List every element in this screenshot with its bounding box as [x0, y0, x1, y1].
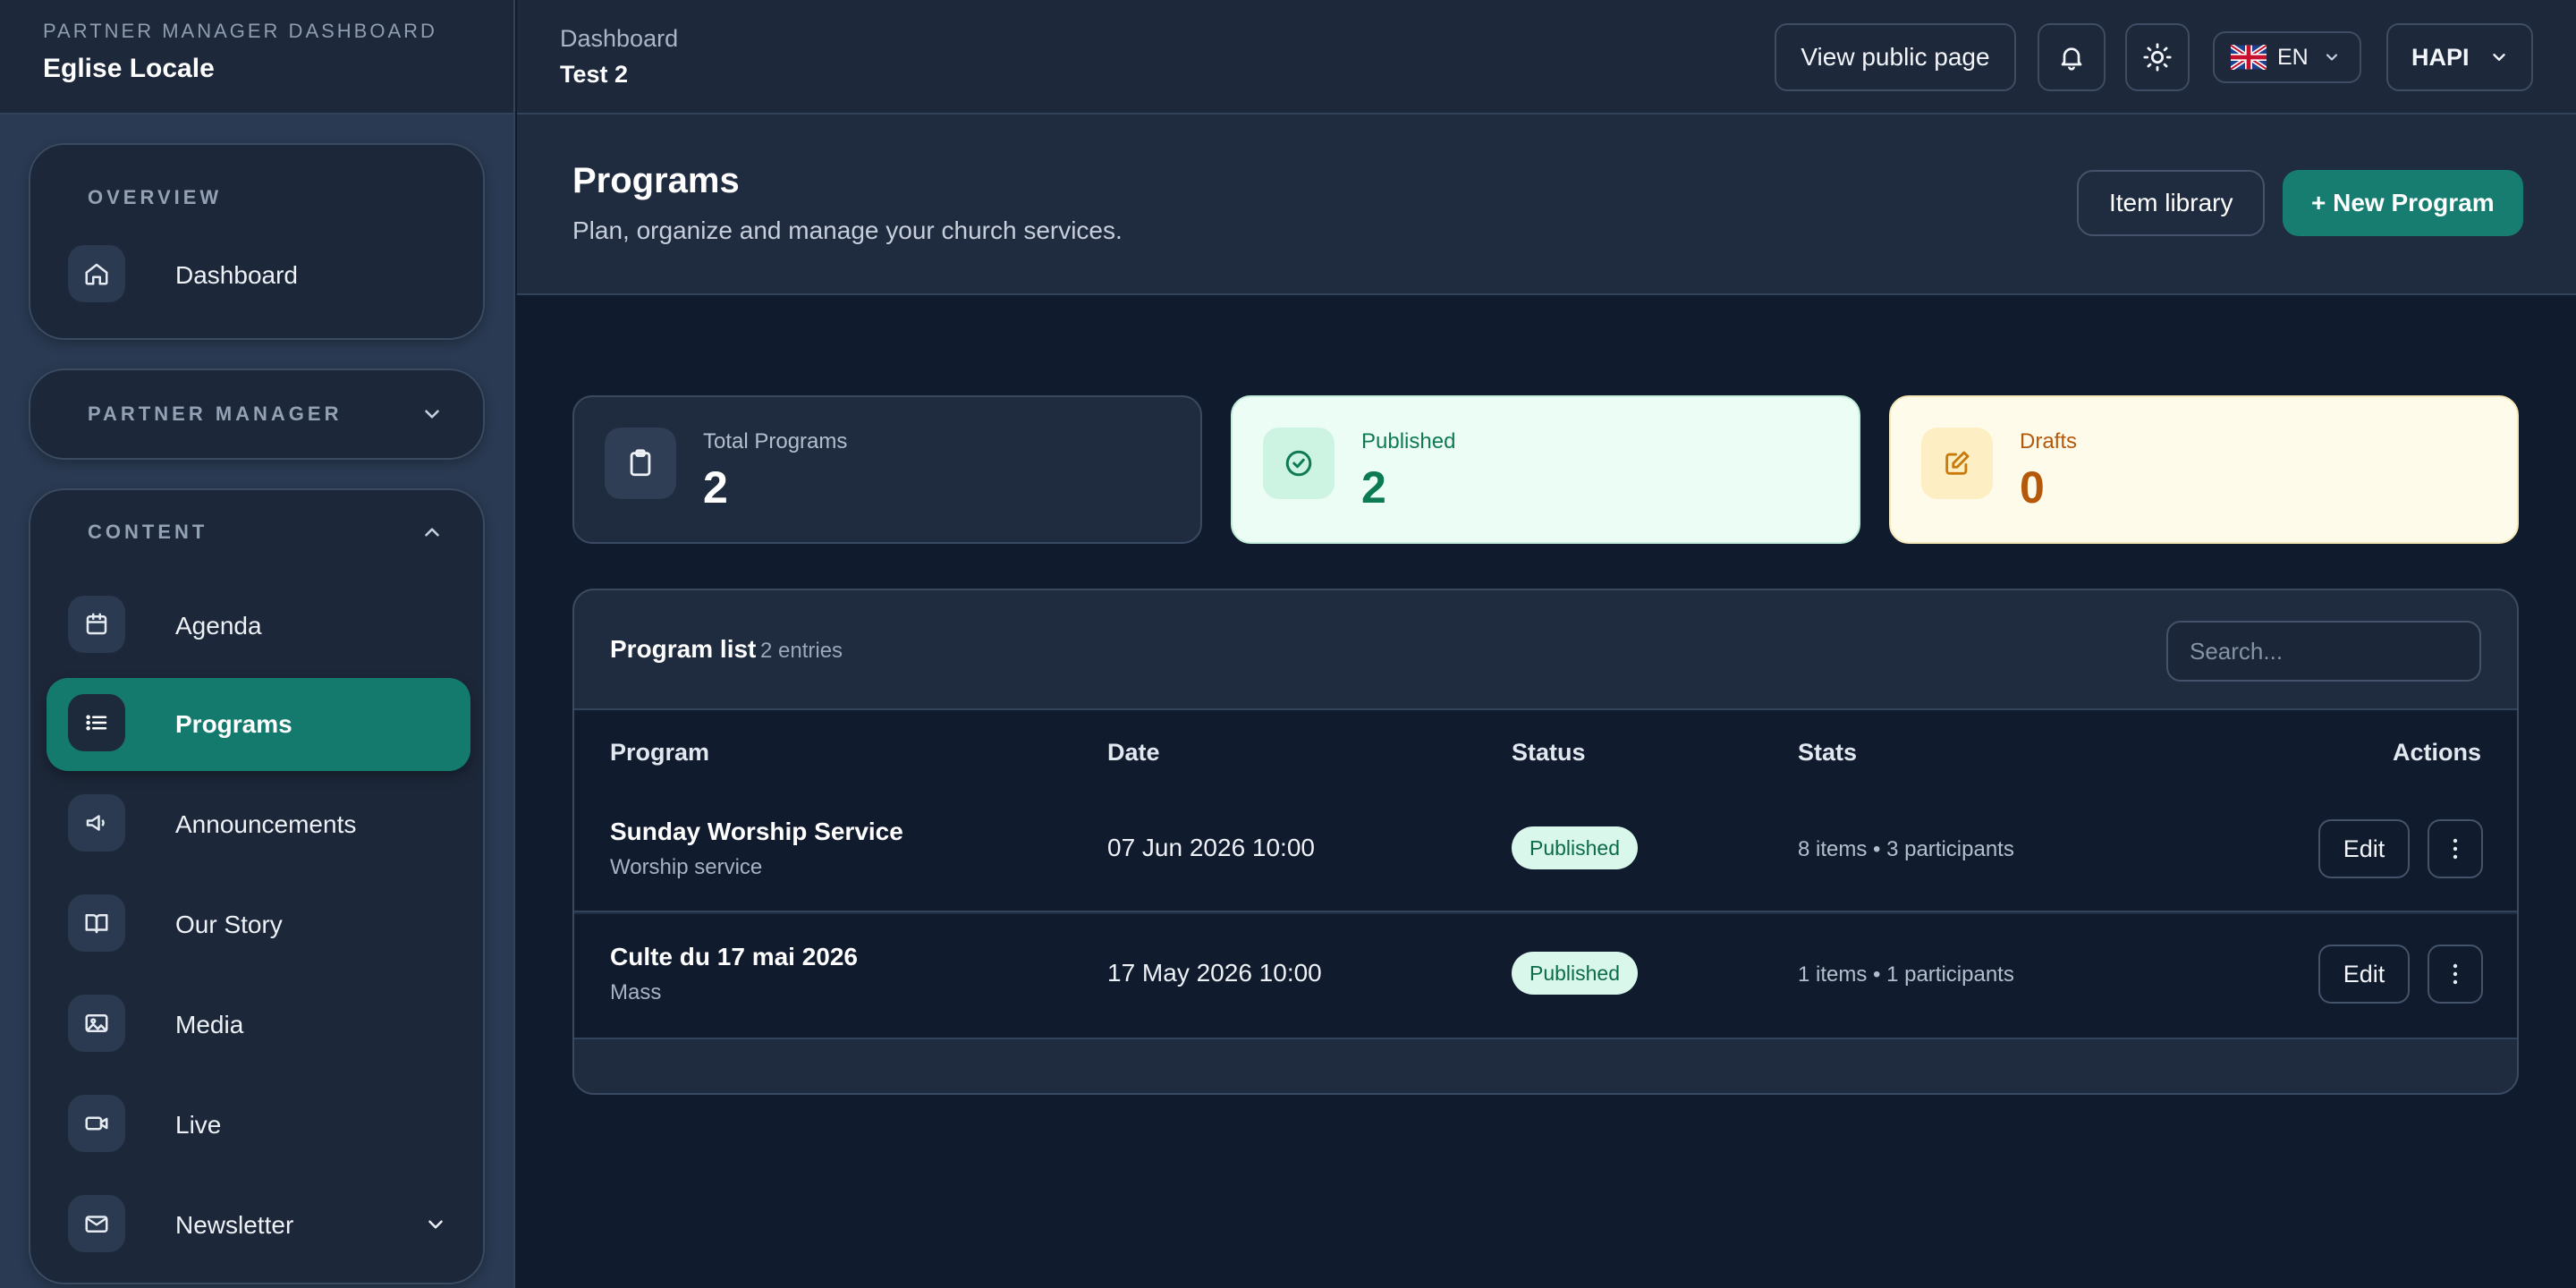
page-subtitle: Plan, organize and manage your church se…	[572, 216, 1123, 244]
edit-button[interactable]: Edit	[2318, 819, 2410, 878]
view-public-page-button[interactable]: View public page	[1775, 23, 2016, 91]
column-header-status: Status	[1512, 739, 1586, 766]
page-header: Programs Plan, organize and manage your …	[517, 114, 2576, 295]
user-menu-button[interactable]: HAPI	[2386, 23, 2533, 91]
entries-count: 2 entries	[760, 639, 843, 663]
theme-toggle-button[interactable]	[2125, 23, 2190, 91]
program-date: 17 May 2026 10:00	[1107, 959, 1322, 987]
clipboard-icon	[605, 428, 676, 499]
program-list-header: Program list 2 entries	[574, 590, 2517, 710]
new-program-button[interactable]: + New Program	[2283, 170, 2523, 236]
program-list-card: Program list 2 entries Program Date Stat…	[572, 589, 2519, 1095]
stat-card-published: Published 2	[1231, 395, 1860, 544]
table-row[interactable]: Sunday Worship Service Worship service 0…	[574, 789, 2517, 912]
section-label-partner-manager: PARTNER MANAGER	[88, 402, 343, 425]
chevron-down-icon	[2326, 54, 2337, 61]
video-icon	[68, 1095, 125, 1152]
breadcrumb-current: Test 2	[560, 61, 629, 88]
sidebar-item-newsletter[interactable]: Newsletter	[47, 1179, 470, 1272]
language-code: EN	[2277, 44, 2309, 70]
brand-name: Eglise Locale	[43, 54, 215, 83]
program-type: Mass	[610, 980, 662, 1004]
program-type: Worship service	[610, 855, 763, 879]
sidebar-item-label: Dashboard	[175, 261, 298, 289]
program-name[interactable]: Culte du 17 mai 2026	[610, 943, 858, 971]
status-badge: Published	[1512, 952, 1639, 995]
megaphone-icon	[68, 794, 125, 852]
table-row[interactable]: Culte du 17 mai 2026 Mass 17 May 2026 10…	[574, 914, 2517, 1038]
breadcrumb[interactable]: Dashboard	[560, 25, 678, 53]
more-actions-button[interactable]	[2428, 945, 2483, 1004]
stat-card-total: Total Programs 2	[572, 395, 1202, 544]
program-date: 07 Jun 2026 10:00	[1107, 834, 1315, 861]
stat-label: Drafts	[2020, 429, 2078, 453]
chevron-down-icon	[2492, 54, 2505, 61]
sidebar-item-agenda[interactable]: Agenda	[47, 580, 470, 673]
sidebar-item-label: Announcements	[175, 810, 357, 838]
uk-flag-icon	[2231, 45, 2267, 70]
program-list-title: Program list	[610, 635, 757, 663]
sidebar-item-label: Programs	[175, 710, 292, 738]
sidebar-item-label: Live	[175, 1111, 222, 1139]
edit-button[interactable]: Edit	[2318, 945, 2410, 1004]
topbar: Dashboard Test 2 View public page EN HAP…	[517, 0, 2576, 114]
sidebar-item-label: Agenda	[175, 612, 262, 640]
stat-label: Published	[1361, 429, 1456, 453]
sidebar-item-our-story[interactable]: Our Story	[47, 878, 470, 971]
sidebar-item-media[interactable]: Media	[47, 979, 470, 1072]
brand-eyebrow: PARTNER MANAGER DASHBOARD	[43, 20, 437, 42]
search-input[interactable]	[2166, 621, 2481, 682]
user-name: HAPI	[2411, 43, 2470, 71]
more-actions-button[interactable]	[2428, 819, 2483, 878]
program-name[interactable]: Sunday Worship Service	[610, 818, 903, 846]
brand: PARTNER MANAGER DASHBOARD Eglise Locale	[0, 0, 513, 114]
section-label-content: CONTENT	[88, 521, 208, 543]
language-selector[interactable]: EN	[2213, 31, 2361, 83]
more-vertical-icon	[2453, 838, 2458, 860]
stat-value: 0	[2020, 462, 2045, 513]
home-icon	[68, 245, 125, 302]
sidebar-item-label: Our Story	[175, 911, 283, 938]
more-vertical-icon	[2453, 963, 2458, 985]
sidebar-item-live[interactable]: Live	[47, 1079, 470, 1172]
content-section: CONTENT Agenda Programs Announcements Ou	[29, 488, 485, 1284]
page-title: Programs	[572, 161, 740, 200]
image-icon	[68, 995, 125, 1052]
sidebar: PARTNER MANAGER DASHBOARD Eglise Locale …	[0, 0, 515, 1288]
stat-value: 2	[703, 462, 728, 513]
overview-section: OVERVIEW Dashboard	[29, 143, 485, 340]
calendar-icon	[68, 596, 125, 653]
stat-card-drafts: Drafts 0	[1889, 395, 2519, 544]
status-badge: Published	[1512, 826, 1639, 869]
program-stats: 8 items • 3 participants	[1798, 837, 2014, 861]
program-stats: 1 items • 1 participants	[1798, 962, 2014, 987]
chevron-down-icon	[425, 410, 439, 419]
sidebar-item-announcements[interactable]: Announcements	[47, 778, 470, 871]
mail-icon	[68, 1195, 125, 1252]
column-header-date: Date	[1107, 739, 1160, 766]
sun-icon	[2143, 43, 2172, 72]
sidebar-item-programs[interactable]: Programs	[47, 678, 470, 771]
section-label-overview: OVERVIEW	[88, 186, 223, 208]
chevron-up-icon[interactable]	[420, 521, 444, 544]
stat-value: 2	[1361, 462, 1386, 513]
stat-label: Total Programs	[703, 429, 848, 453]
column-header-actions: Actions	[2392, 739, 2481, 766]
list-icon	[68, 694, 125, 751]
check-circle-icon	[1263, 428, 1335, 499]
item-library-button[interactable]: Item library	[2077, 170, 2266, 236]
column-header-program: Program	[610, 739, 710, 766]
edit-icon	[1921, 428, 1993, 499]
sidebar-item-label: Newsletter	[175, 1211, 294, 1239]
chevron-down-icon[interactable]	[424, 1213, 447, 1236]
sidebar-item-dashboard[interactable]: Dashboard	[47, 229, 470, 322]
book-icon	[68, 894, 125, 952]
notifications-button[interactable]	[2038, 23, 2106, 91]
partner-manager-section[interactable]: PARTNER MANAGER	[29, 369, 485, 460]
sidebar-item-label: Media	[175, 1011, 244, 1038]
bell-icon	[2061, 47, 2082, 71]
table-footer	[574, 1038, 2517, 1093]
column-header-stats: Stats	[1798, 739, 1858, 766]
table-header: Program Date Status Stats Actions	[574, 710, 2517, 789]
